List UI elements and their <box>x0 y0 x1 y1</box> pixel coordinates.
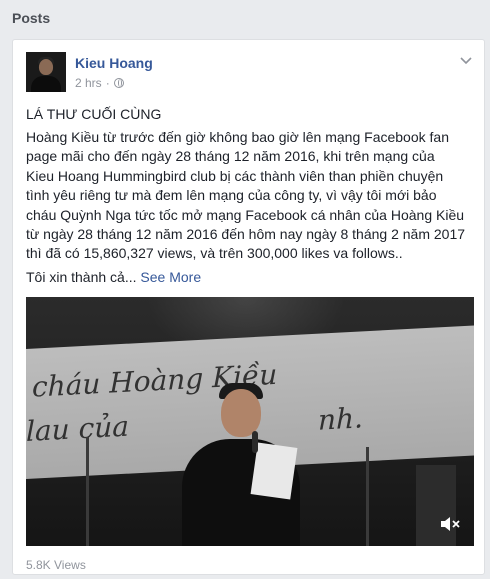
post-body-line: cháu Quỳnh Nga tức tốc mở mạng Facebook … <box>26 206 465 223</box>
post-body-line: từ ngày 28 tháng 12 năm 2016 đến hôm nay… <box>26 226 466 243</box>
handheld-mic <box>252 431 258 453</box>
chevron-down-icon[interactable] <box>458 54 474 66</box>
post-card: Kieu Hoang 2 hrs · LÁ THƯ CUỐI CÙNG Hoàn… <box>12 39 485 575</box>
video-player[interactable]: cháu Hoàng Kiều lau của nh. <box>26 297 474 546</box>
post-body: Hoàng Kiều từ trước đến giờ không bao gi… <box>26 128 474 264</box>
speaker-head <box>221 389 261 437</box>
post-body-line: Kieu Hoang Hummingbird club bị các thành… <box>26 167 444 184</box>
post-meta: 2 hrs · <box>75 76 124 90</box>
teaser-text: Tôi xin thành cả... <box>26 269 137 285</box>
post-body-line: tình yêu riêng tư mà đem lên mạng của cô… <box>26 187 437 204</box>
speaker-muted-icon[interactable] <box>440 516 460 532</box>
post-teaser: Tôi xin thành cả... See More <box>26 269 201 285</box>
screen-text: nh. <box>318 401 363 437</box>
post-time[interactable]: 2 hrs <box>75 76 102 90</box>
screen-text: lau của <box>26 409 129 448</box>
view-count: 5.8K Views <box>26 558 86 572</box>
mic-stand <box>366 447 369 546</box>
post-body-line: thì đã có 15,860,327 views, và trên 300,… <box>26 245 403 262</box>
post-title: LÁ THƯ CUỐI CÙNG <box>26 106 162 122</box>
avatar-body <box>31 76 61 92</box>
mic-stand <box>86 437 89 546</box>
meta-separator: · <box>105 76 110 90</box>
avatar-head <box>39 59 53 75</box>
post-body-line: page mãi cho đến ngày 28 tháng 12 năm 20… <box>26 148 435 165</box>
music-stand <box>416 465 456 546</box>
section-title: Posts <box>12 10 51 26</box>
avatar[interactable] <box>26 52 66 92</box>
author-name[interactable]: Kieu Hoang <box>75 55 153 71</box>
post-body-line: Hoàng Kiều từ trước đến giờ không bao gi… <box>26 129 449 145</box>
globe-icon <box>113 78 124 88</box>
see-more-link[interactable]: See More <box>140 269 201 285</box>
